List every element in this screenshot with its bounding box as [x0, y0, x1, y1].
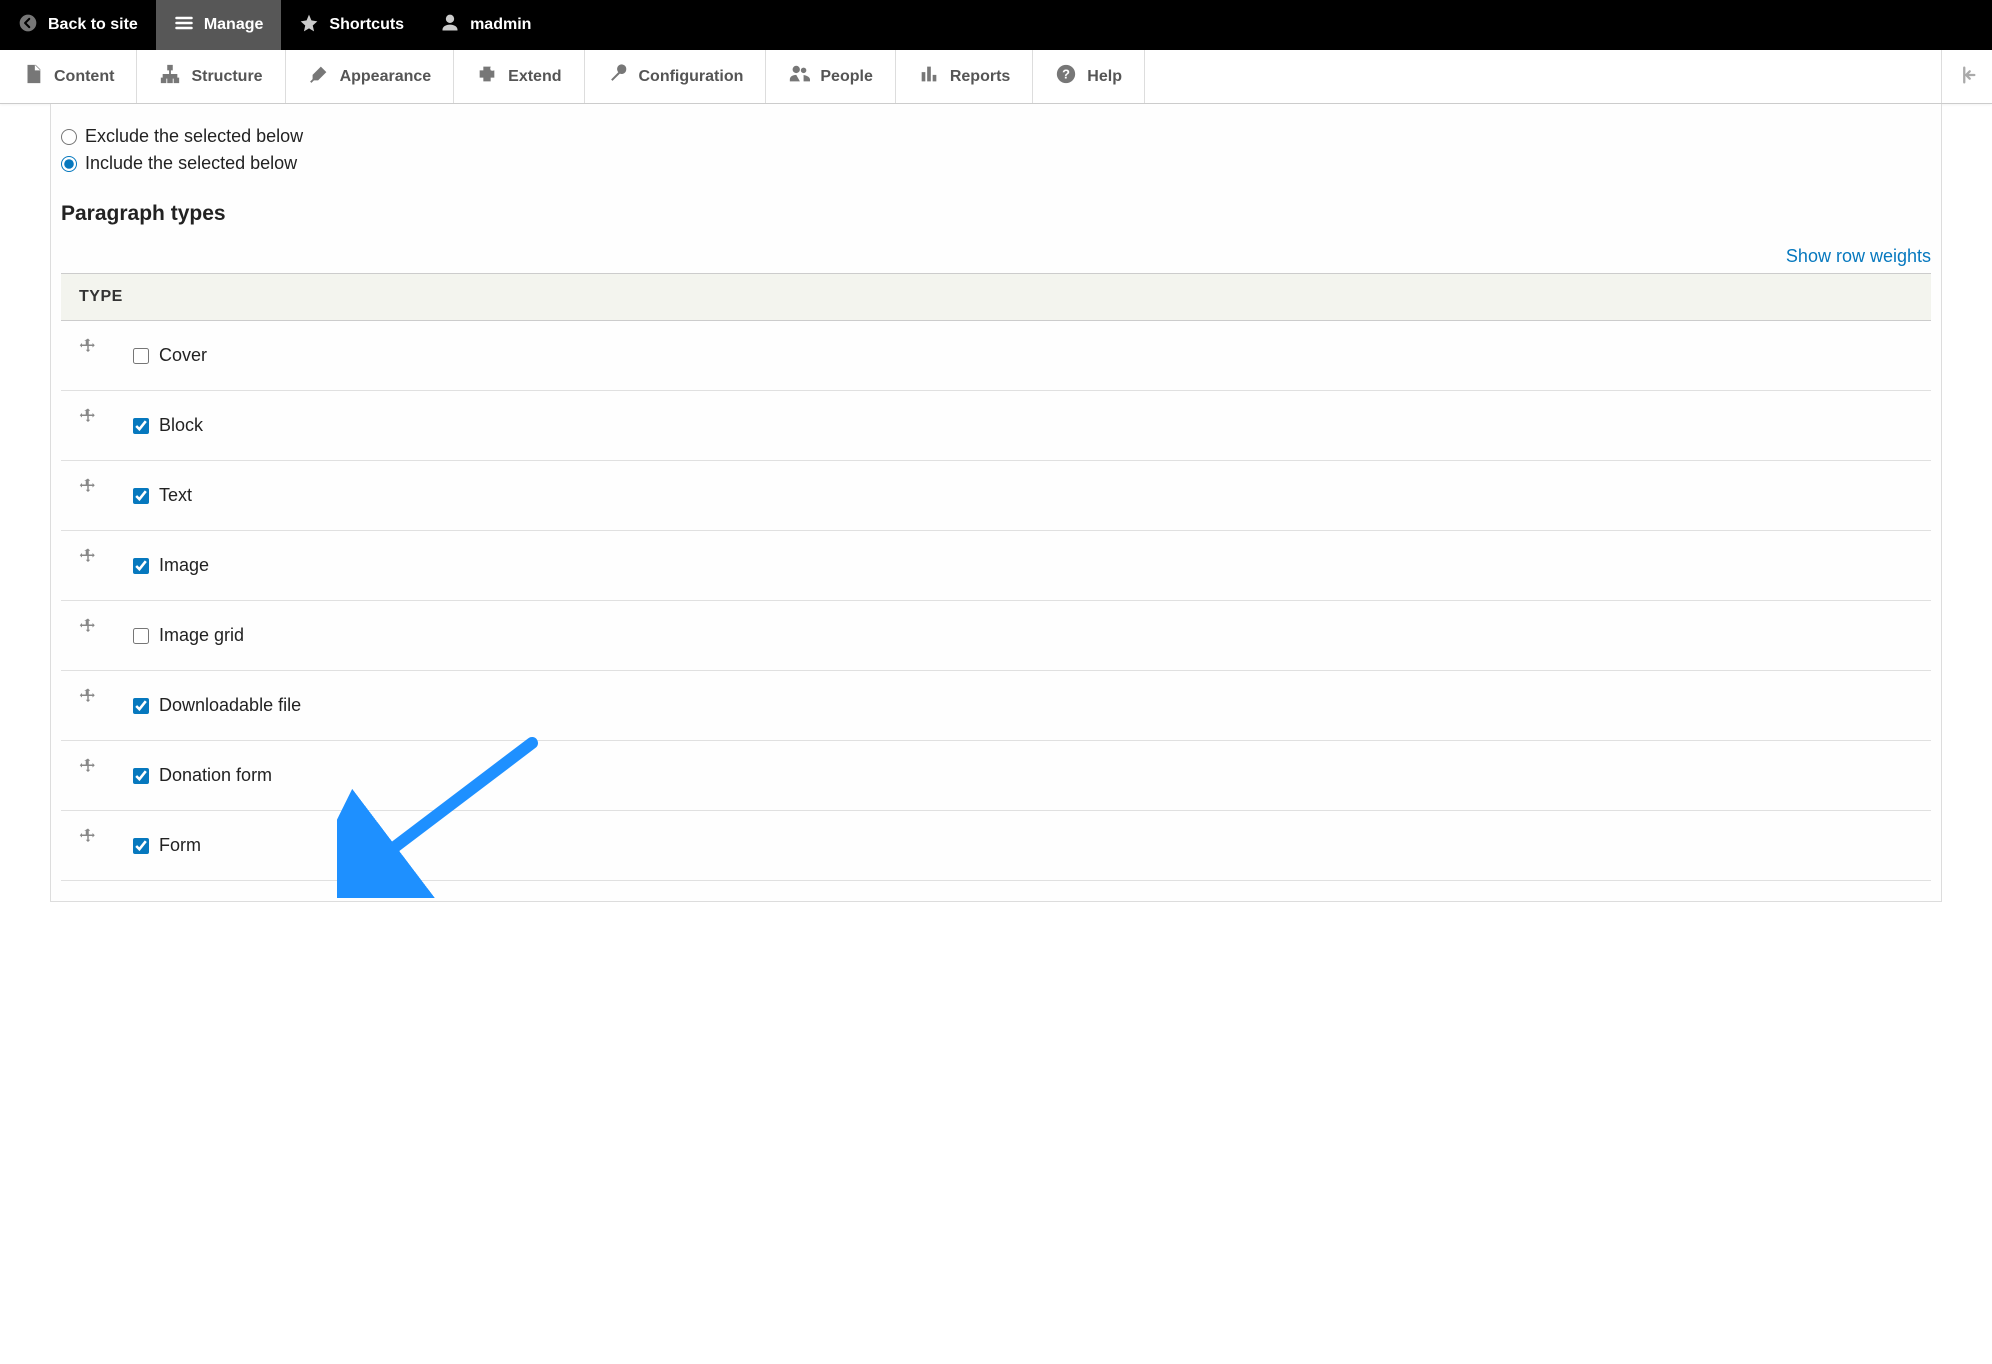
table-row: Text	[61, 461, 1931, 531]
manage-button[interactable]: Manage	[156, 0, 282, 50]
table-row: Downloadable file	[61, 671, 1931, 741]
admin-configuration-link[interactable]: Configuration	[585, 50, 767, 103]
paragraph-type-label: Form	[159, 835, 201, 856]
shortcuts-label: Shortcuts	[329, 16, 404, 34]
manage-label: Manage	[204, 16, 264, 34]
wrench-icon	[607, 63, 629, 90]
bar-chart-icon	[918, 63, 940, 90]
toolbar-collapse-button[interactable]	[1942, 50, 1992, 103]
admin-structure-label: Structure	[191, 68, 262, 86]
admin-content-link[interactable]: Content	[0, 50, 137, 103]
svg-text:?: ?	[1062, 67, 1070, 82]
paint-icon	[308, 63, 330, 90]
document-icon	[22, 63, 44, 90]
admin-help-label: Help	[1087, 68, 1122, 86]
radio-exclude-row: Exclude the selected below	[61, 126, 1941, 147]
paragraph-type-label: Text	[159, 485, 192, 506]
admin-extend-label: Extend	[508, 68, 561, 86]
paragraph-type-label: Donation form	[159, 765, 272, 786]
admin-extend-link[interactable]: Extend	[454, 50, 584, 103]
structure-icon	[159, 63, 181, 90]
admin-appearance-link[interactable]: Appearance	[286, 50, 455, 103]
drag-handle-icon[interactable]	[79, 342, 97, 358]
back-to-site-label: Back to site	[48, 16, 138, 34]
paragraph-type-label: Image grid	[159, 625, 244, 646]
paragraph-type-checkbox[interactable]	[133, 838, 149, 854]
selection-mode-radios: Exclude the selected below Include the s…	[61, 126, 1941, 174]
paragraph-type-checkbox[interactable]	[133, 698, 149, 714]
adminbar-spacer	[1145, 50, 1942, 103]
paragraph-type-checkbox[interactable]	[133, 418, 149, 434]
drag-handle-icon[interactable]	[79, 412, 97, 428]
shortcuts-button[interactable]: Shortcuts	[281, 0, 422, 50]
paragraph-type-label: Block	[159, 415, 203, 436]
back-to-site-button[interactable]: Back to site	[0, 0, 156, 50]
admin-structure-link[interactable]: Structure	[137, 50, 285, 103]
table-row: Image grid	[61, 601, 1931, 671]
user-menu-button[interactable]: madmin	[422, 0, 549, 50]
admin-appearance-label: Appearance	[340, 68, 432, 86]
star-icon	[299, 13, 319, 38]
table-header-type: TYPE	[61, 274, 1931, 321]
people-icon	[788, 63, 810, 90]
admin-reports-label: Reports	[950, 68, 1010, 86]
admin-configuration-label: Configuration	[639, 68, 744, 86]
paragraph-type-label: Image	[159, 555, 209, 576]
paragraph-type-checkbox[interactable]	[133, 768, 149, 784]
table-row: Image	[61, 531, 1931, 601]
radio-include-label: Include the selected below	[85, 153, 297, 174]
paragraph-type-checkbox[interactable]	[133, 488, 149, 504]
top-toolbar: Back to site Manage Shortcuts madmin	[0, 0, 1992, 50]
paragraph-type-checkbox[interactable]	[133, 558, 149, 574]
radio-exclude[interactable]	[61, 129, 77, 145]
row-weights-toggle: Show row weights	[51, 246, 1931, 267]
table-row: Cover	[61, 321, 1931, 391]
paragraph-type-label: Cover	[159, 345, 207, 366]
paragraph-type-checkbox[interactable]	[133, 628, 149, 644]
admin-content-label: Content	[54, 68, 114, 86]
admin-help-link[interactable]: ? Help	[1033, 50, 1145, 103]
admin-people-label: People	[820, 68, 872, 86]
hamburger-icon	[174, 13, 194, 38]
drag-handle-icon[interactable]	[79, 622, 97, 638]
table-row: Donation form	[61, 741, 1931, 811]
user-label: madmin	[470, 16, 531, 34]
table-row: Block	[61, 391, 1931, 461]
paragraph-type-checkbox[interactable]	[133, 348, 149, 364]
admin-reports-link[interactable]: Reports	[896, 50, 1033, 103]
drag-handle-icon[interactable]	[79, 552, 97, 568]
admin-menu: Content Structure Appearance Extend Conf…	[0, 50, 1992, 104]
puzzle-icon	[476, 63, 498, 90]
help-icon: ?	[1055, 63, 1077, 90]
paragraph-type-label: Downloadable file	[159, 695, 301, 716]
drag-handle-icon[interactable]	[79, 692, 97, 708]
field-settings-panel: Exclude the selected below Include the s…	[50, 104, 1942, 902]
show-row-weights-link[interactable]: Show row weights	[1786, 246, 1931, 266]
drag-handle-icon[interactable]	[79, 762, 97, 778]
drag-handle-icon[interactable]	[79, 832, 97, 848]
paragraph-types-table: TYPE Cover Block Text Image Image grid Downlo…	[61, 273, 1931, 881]
section-heading: Paragraph types	[61, 202, 1931, 226]
collapse-icon	[1956, 64, 1978, 89]
admin-people-link[interactable]: People	[766, 50, 895, 103]
chevron-left-icon	[18, 13, 38, 38]
user-icon	[440, 13, 460, 38]
radio-exclude-label: Exclude the selected below	[85, 126, 303, 147]
radio-include-row: Include the selected below	[61, 153, 1941, 174]
table-row: Form	[61, 811, 1931, 881]
drag-handle-icon[interactable]	[79, 482, 97, 498]
radio-include[interactable]	[61, 156, 77, 172]
page-content: Exclude the selected below Include the s…	[0, 104, 1992, 902]
